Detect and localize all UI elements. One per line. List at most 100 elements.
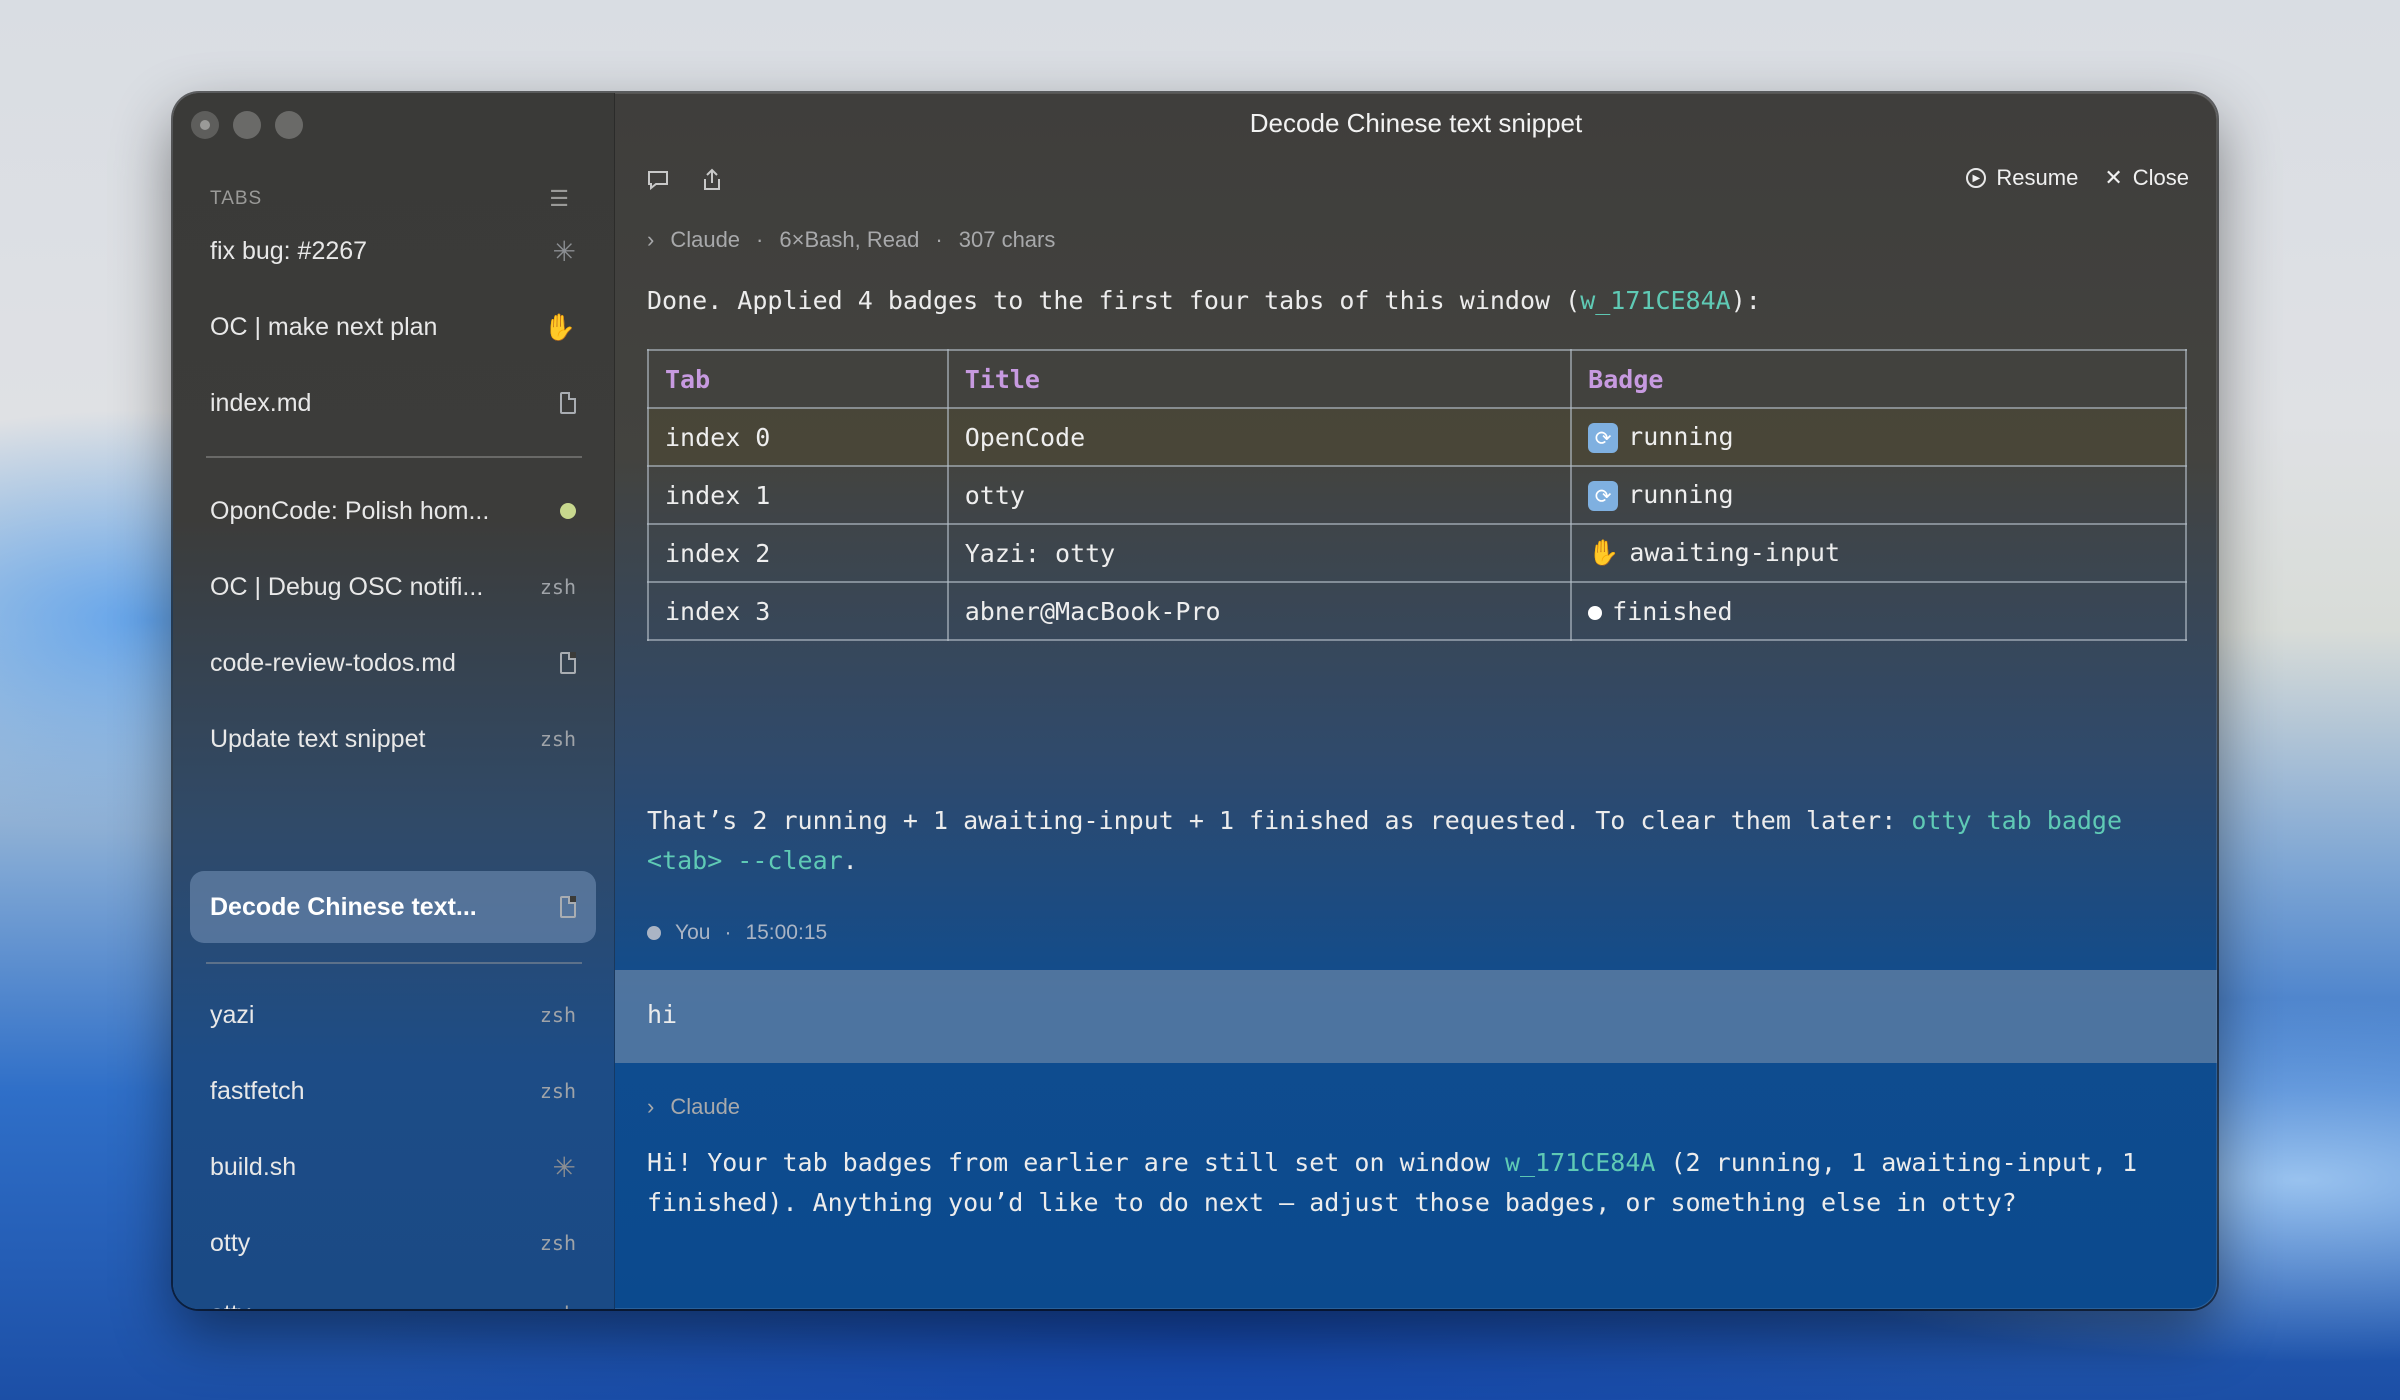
table-row: index 1 otty ⟳ running [647,465,2187,525]
sidebar-divider [206,962,582,964]
conversation-panel: Decode Chinese text snippet ▶ Resume ✕ C… [615,93,2217,1309]
sidebar-tab-build-sh[interactable]: build.sh ✳ [190,1131,596,1203]
document-icon [560,392,576,414]
sidebar-tab-yazi[interactable]: yazi zsh [190,979,596,1051]
badge-cell: finished [1570,581,2187,641]
badge-text: running [1628,421,1734,451]
title-cell: abner@MacBook-Pro [946,581,1573,641]
sidebar-tab-label: otty [210,1300,250,1310]
table-row: index 3 abner@MacBook-Pro finished [647,581,2187,641]
sidebar-tab-decode-chinese-text[interactable]: Decode Chinese text... [190,871,596,943]
tabs-menu-icon[interactable]: ☰ [549,186,570,212]
play-icon: ▶ [1966,168,1987,188]
window-controls [191,111,303,139]
resume-label: Resume [1996,165,2079,190]
sidebar-tab-otty-1[interactable]: otty zsh [190,1207,596,1279]
claude-meta-2[interactable]: › Claude [647,1094,740,1120]
meta-separator: · [935,227,943,252]
shell-label: zsh [540,1302,576,1309]
shell-label: zsh [539,1231,576,1255]
badge-text: awaiting-input [1629,538,1841,567]
sidebar-tab-index-md[interactable]: index.md [190,367,596,439]
refresh-icon: ⟳ [1588,480,1619,511]
assistant-name: Claude [670,1094,741,1119]
table-row: index 0 OpenCode ⟳ running [647,407,2187,467]
title-cell: Yazi: otty [946,523,1573,583]
sidebar: TABS ☰ fix bug: #2267 ✳ OC | make next p… [173,93,615,1309]
sidebar-tab-label: OponCode: Polish hom... [210,496,490,525]
window-id-link[interactable]: w_171CE84A [1580,286,1731,315]
assistant-message-3: Hi! Your tab badges from earlier are sti… [647,1143,2207,1223]
hand-icon: ✋ [543,311,576,342]
shell-label: zsh [539,1003,576,1027]
chevron-right-icon: › [647,1094,655,1119]
tabs-header: TABS ☰ [210,179,570,219]
shell-label: zsh [539,1079,576,1103]
message-time: 15:00:15 [745,921,828,944]
minimize-window-button[interactable] [233,111,261,139]
char-count: 307 chars [958,227,1056,252]
user-meta: You · 15:00:15 [647,921,827,945]
sidebar-tab-label: Update text snippet [210,724,426,753]
app-window: TABS ☰ fix bug: #2267 ✳ OC | make next p… [173,93,2217,1309]
comment-icon[interactable] [645,167,671,200]
user-name: You [675,921,711,944]
document-icon [560,652,576,674]
claude-meta-1[interactable]: › Claude · 6×Bash, Read · 307 chars [647,227,1055,253]
close-window-button[interactable] [191,111,219,139]
sidebar-tab-label: fix bug: #2267 [210,236,368,265]
message-text: That’s 2 running + 1 awaiting-input + 1 … [647,806,1912,835]
toolbar-right: ▶ Resume ✕ Close [1966,165,2189,191]
table-row: index 2 Yazi: otty ✋ awaiting-input [647,523,2187,583]
sidebar-tab-label: index.md [210,388,312,417]
tabs-heading: TABS [210,188,263,209]
column-header: Badge [1570,349,2187,409]
chevron-right-icon: › [647,227,655,252]
column-header: Tab [647,349,949,409]
message-text: Hi! Your tab badges from earlier are sti… [647,1148,1505,1177]
status-dot-icon [560,503,576,519]
badge-text: running [1628,479,1734,509]
sidebar-tab-fix-bug[interactable]: fix bug: #2267 ✳ [190,215,596,287]
tool-summary: 6×Bash, Read [779,227,920,252]
column-header: Title [946,349,1573,409]
zoom-window-button[interactable] [275,111,303,139]
sidebar-tab-label: fastfetch [210,1076,305,1105]
sidebar-tab-polish-home[interactable]: OponCode: Polish hom... [190,475,596,547]
meta-separator: · [756,227,764,252]
shell-label: zsh [539,727,576,751]
sidebar-tab-fastfetch[interactable]: fastfetch zsh [190,1055,596,1127]
message-text: ): [1730,286,1761,315]
assistant-message-1: Done. Applied 4 badges to the first four… [647,286,1761,315]
user-message: hi [615,970,2217,1063]
user-message-text: hi [647,1000,678,1029]
sidebar-tab-label: yazi [210,1000,255,1029]
hand-icon: ✋ [1588,538,1620,567]
badges-table: Tab Title Badge index 0 OpenCode ⟳ runnin… [647,349,2187,641]
sidebar-tab-label: Decode Chinese text... [210,892,477,921]
sidebar-tab-update-text-snippet[interactable]: Update text snippet zsh [190,703,596,775]
shell-label: zsh [539,575,576,599]
tab-cell: index 0 [647,407,949,467]
badge-cell: ⟳ running [1570,407,2187,467]
sidebar-tab-code-review-todos[interactable]: code-review-todos.md [190,627,596,699]
window-id-link[interactable]: w_171CE84A [1505,1148,1656,1177]
dot-icon [1588,605,1603,620]
sidebar-tab-make-next-plan[interactable]: OC | make next plan ✋ [190,291,596,363]
resume-button[interactable]: ▶ Resume [1966,165,2078,191]
tab-cell: index 1 [647,465,949,525]
share-icon[interactable] [699,167,725,200]
sidebar-tab-debug-osc[interactable]: OC | Debug OSC notifi... zsh [190,551,596,623]
assistant-message-2: That’s 2 running + 1 awaiting-input + 1 … [647,801,2207,881]
toolbar-left [645,167,725,200]
sidebar-tab-otty-2[interactable]: otty zsh [190,1283,596,1310]
document-icon [560,896,576,918]
badge-cell: ✋ awaiting-input [1570,523,2187,583]
message-text: . [842,846,858,875]
title-cell: OpenCode [946,407,1573,467]
sidebar-tab-label: otty [210,1228,251,1257]
close-icon: ✕ [2104,165,2123,190]
sidebar-tab-label: OC | make next plan [210,312,438,341]
close-button[interactable]: ✕ Close [2104,165,2189,191]
user-dot-icon [647,926,661,940]
